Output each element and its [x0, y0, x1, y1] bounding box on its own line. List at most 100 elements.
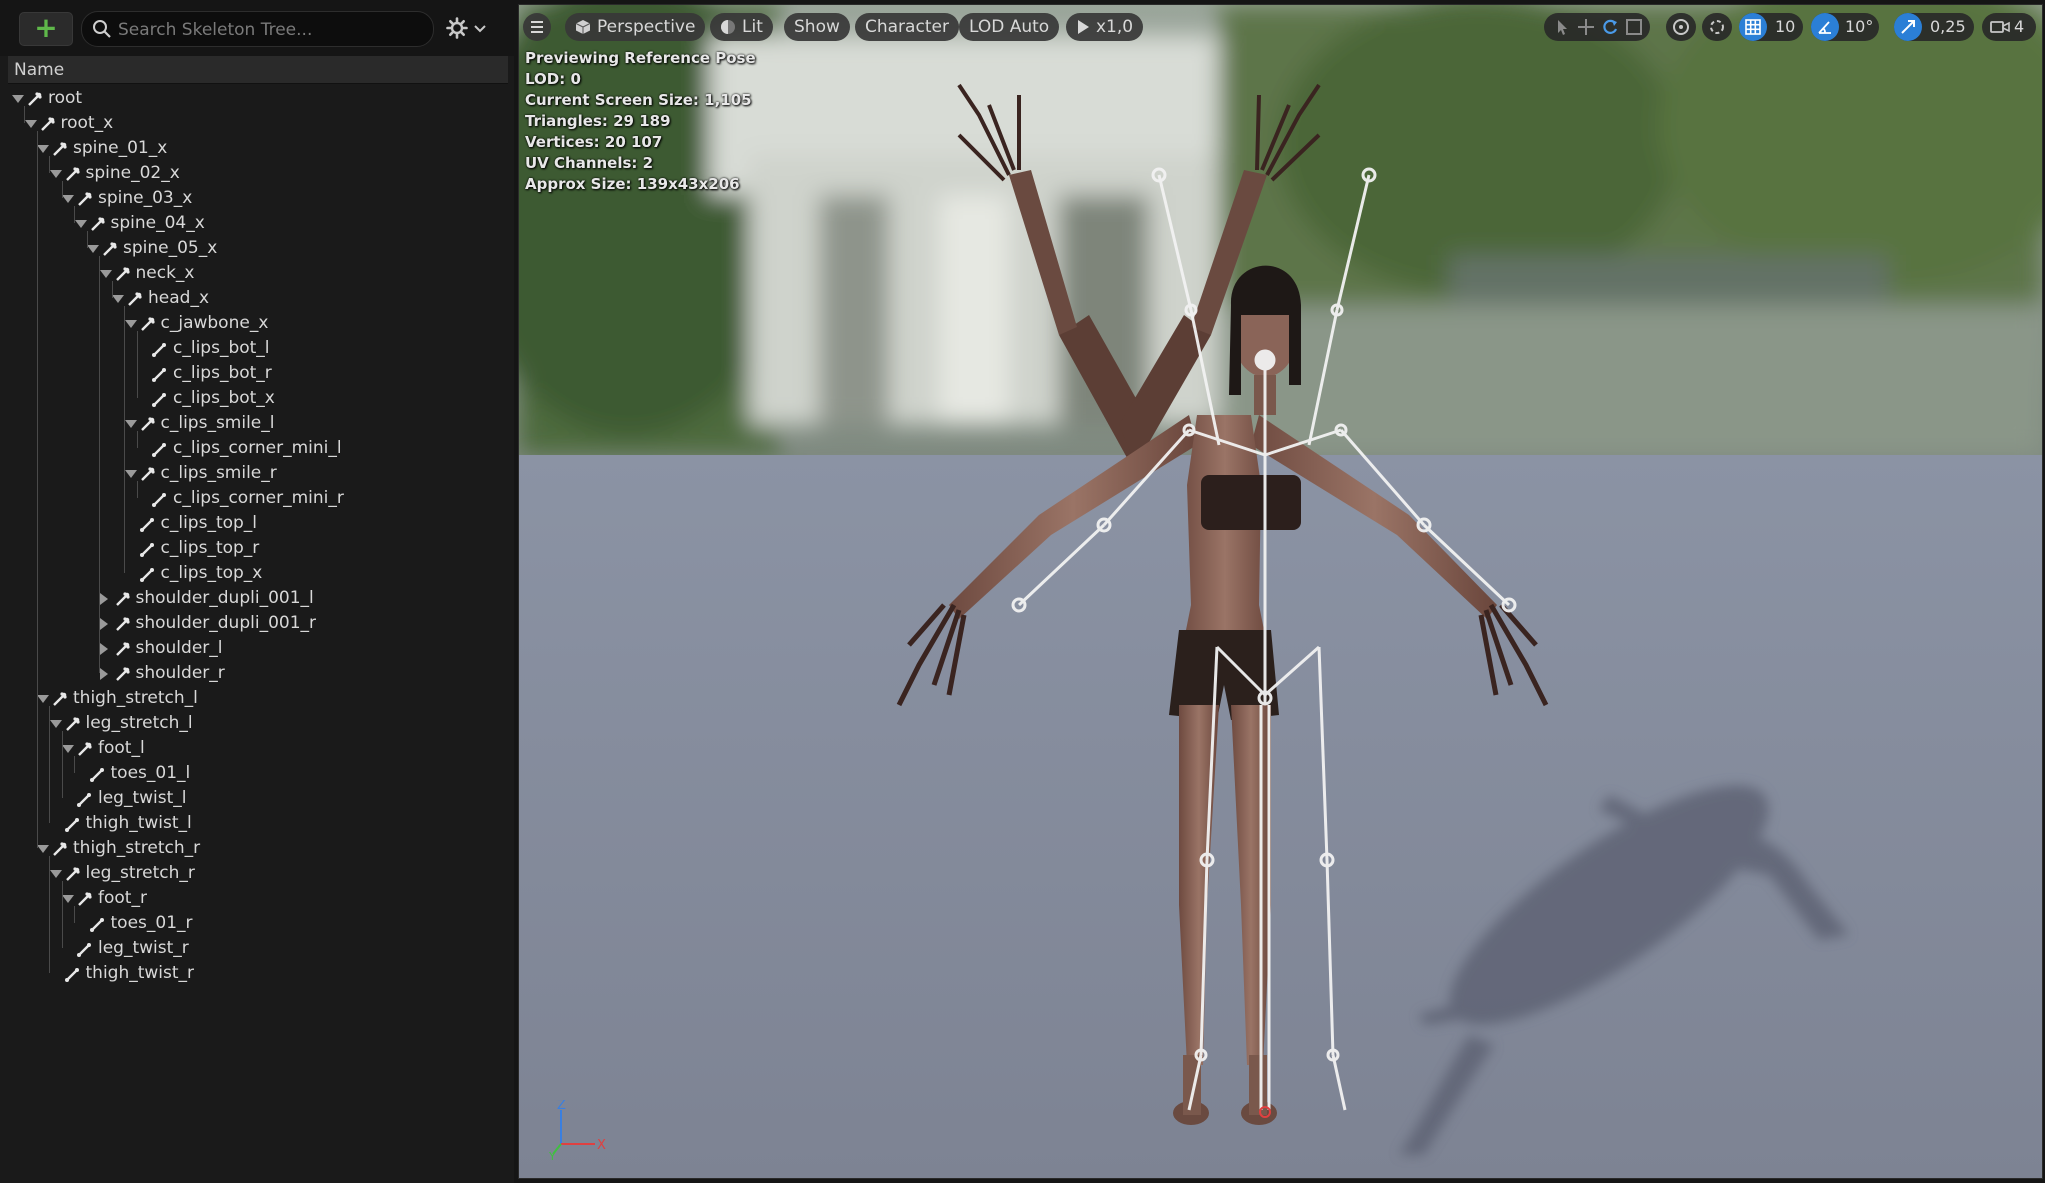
- tree-row[interactable]: leg_stretch_r: [8, 861, 508, 886]
- tree-row[interactable]: thigh_twist_r: [8, 961, 508, 986]
- expand-arrow-down-icon[interactable]: [12, 95, 24, 103]
- tree-guide-line: [49, 156, 50, 173]
- tree-row-label: shoulder_dupli_001_l: [135, 588, 314, 608]
- tree-row[interactable]: spine_02_x: [8, 161, 508, 186]
- expand-arrow-down-icon[interactable]: [49, 170, 62, 178]
- search-box[interactable]: [81, 11, 434, 48]
- tree-row[interactable]: c_lips_corner_mini_l: [8, 436, 508, 461]
- viewport-options-button[interactable]: [523, 13, 551, 41]
- translate-icon[interactable]: [1576, 17, 1596, 37]
- tree-row[interactable]: toes_01_l: [8, 761, 508, 786]
- tree-row-label: thigh_twist_l: [85, 813, 192, 833]
- expand-arrow-down-icon[interactable]: [37, 845, 49, 853]
- tree-guide-line: [61, 181, 63, 198]
- tree-row-label: spine_01_x: [73, 138, 168, 158]
- tree-row[interactable]: c_lips_top_r: [8, 536, 508, 561]
- tree-row[interactable]: root: [8, 86, 508, 111]
- tree-row[interactable]: foot_r: [8, 886, 508, 911]
- lit-button[interactable]: Lit: [710, 13, 773, 41]
- expand-arrow-down-icon[interactable]: [112, 295, 124, 303]
- bone-icon: [139, 541, 155, 557]
- tree-row[interactable]: c_lips_bot_r: [8, 361, 508, 386]
- expand-arrow-down-icon[interactable]: [62, 895, 74, 903]
- tree-row[interactable]: shoulder_l: [8, 636, 508, 661]
- tree-row[interactable]: c_lips_bot_x: [8, 386, 508, 411]
- scale-snap-group[interactable]: 0,25: [1894, 13, 1974, 41]
- tree-row[interactable]: c_lips_corner_mini_r: [8, 486, 508, 511]
- expand-arrow-down-icon[interactable]: [37, 695, 49, 703]
- scale-icon[interactable]: [1624, 17, 1644, 37]
- column-header-name[interactable]: Name: [8, 56, 508, 84]
- tree-row[interactable]: c_jawbone_x: [8, 311, 508, 336]
- tree-row-label: spine_05_x: [123, 238, 218, 258]
- expand-arrow-down-icon[interactable]: [74, 220, 87, 228]
- expand-arrow-down-icon[interactable]: [62, 745, 74, 753]
- rotate-icon[interactable]: [1600, 17, 1620, 37]
- tree-row[interactable]: spine_05_x: [8, 236, 508, 261]
- local-world-toggle[interactable]: [1666, 13, 1696, 41]
- expand-arrow-down-icon[interactable]: [124, 470, 137, 478]
- transform-tools-group: [1544, 13, 1650, 41]
- expand-arrow-down-icon[interactable]: [99, 270, 112, 278]
- tree-row[interactable]: spine_03_x: [8, 186, 508, 211]
- expand-arrow-down-icon[interactable]: [49, 720, 62, 728]
- tree-row[interactable]: spine_01_x: [8, 136, 508, 161]
- tree-row[interactable]: thigh_twist_l: [8, 811, 508, 836]
- axis-gizmo: Z X Y: [548, 1100, 606, 1160]
- tree-row[interactable]: neck_x: [8, 261, 508, 286]
- bone-icon: [51, 141, 67, 157]
- tree-row[interactable]: leg_twist_r: [8, 936, 508, 961]
- tree-row-label: c_lips_smile_l: [160, 413, 275, 433]
- tree-row[interactable]: foot_l: [8, 736, 508, 761]
- axis-x-label: X: [597, 1138, 606, 1153]
- tree-row[interactable]: toes_01_r: [8, 911, 508, 936]
- tree-row[interactable]: c_lips_smile_l: [8, 411, 508, 436]
- expand-arrow-down-icon[interactable]: [49, 870, 62, 878]
- expand-arrow-down-icon[interactable]: [24, 120, 37, 128]
- tree-guide-line: [74, 206, 75, 223]
- expand-arrow-down-icon[interactable]: [124, 420, 137, 428]
- expand-arrow-right-icon[interactable]: [99, 668, 108, 680]
- add-button[interactable]: +: [19, 12, 73, 46]
- show-button[interactable]: Show: [784, 13, 850, 41]
- tree-row[interactable]: shoulder_dupli_001_r: [8, 611, 508, 636]
- tree-row[interactable]: head_x: [8, 286, 508, 311]
- rotation-snap-group[interactable]: 10°: [1811, 13, 1879, 41]
- tree-row[interactable]: c_lips_top_x: [8, 561, 508, 586]
- tree-row[interactable]: leg_stretch_l: [8, 711, 508, 736]
- tree-row[interactable]: shoulder_r: [8, 661, 508, 686]
- tree-row[interactable]: leg_twist_l: [8, 786, 508, 811]
- bone-icon: [151, 391, 167, 407]
- expand-arrow-down-icon[interactable]: [37, 145, 49, 153]
- surface-snap-toggle[interactable]: [1702, 13, 1732, 41]
- play-speed-button[interactable]: x1,0: [1066, 13, 1144, 41]
- tree-row[interactable]: shoulder_dupli_001_l: [8, 586, 508, 611]
- expand-arrow-right-icon[interactable]: [99, 593, 108, 605]
- tree-row[interactable]: c_lips_bot_l: [8, 336, 508, 361]
- bone-icon: [151, 366, 167, 382]
- tree-row[interactable]: spine_04_x: [8, 211, 508, 236]
- character-button[interactable]: Character: [855, 13, 959, 41]
- settings-button[interactable]: [446, 14, 492, 42]
- perspective-button[interactable]: Perspective: [565, 13, 706, 41]
- tree-row[interactable]: root_x: [8, 111, 508, 136]
- expand-arrow-right-icon[interactable]: [99, 643, 108, 655]
- tree-row[interactable]: thigh_stretch_r: [8, 836, 508, 861]
- tree-row[interactable]: c_lips_top_l: [8, 511, 508, 536]
- expand-arrow-right-icon[interactable]: [99, 618, 108, 630]
- tree-row-label: toes_01_r: [110, 913, 193, 933]
- select-icon[interactable]: [1552, 17, 1572, 37]
- lod-button[interactable]: LOD Auto: [959, 13, 1060, 41]
- chevron-down-icon: [474, 25, 486, 33]
- expand-arrow-down-icon[interactable]: [87, 245, 99, 253]
- preview-viewport[interactable]: Perspective Lit Show Character LOD Auto …: [518, 4, 2043, 1179]
- grid-snap-group[interactable]: 10: [1739, 13, 1803, 41]
- tree-row[interactable]: thigh_stretch_l: [8, 686, 508, 711]
- viewport-stat-line: Current Screen Size: 1,105: [525, 91, 752, 109]
- search-input[interactable]: [116, 12, 420, 48]
- camera-speed-group[interactable]: 4: [1982, 13, 2036, 41]
- expand-arrow-down-icon[interactable]: [62, 195, 74, 203]
- expand-arrow-down-icon[interactable]: [124, 320, 137, 328]
- tree-row[interactable]: c_lips_smile_r: [8, 461, 508, 486]
- tree-row-label: neck_x: [135, 263, 195, 283]
